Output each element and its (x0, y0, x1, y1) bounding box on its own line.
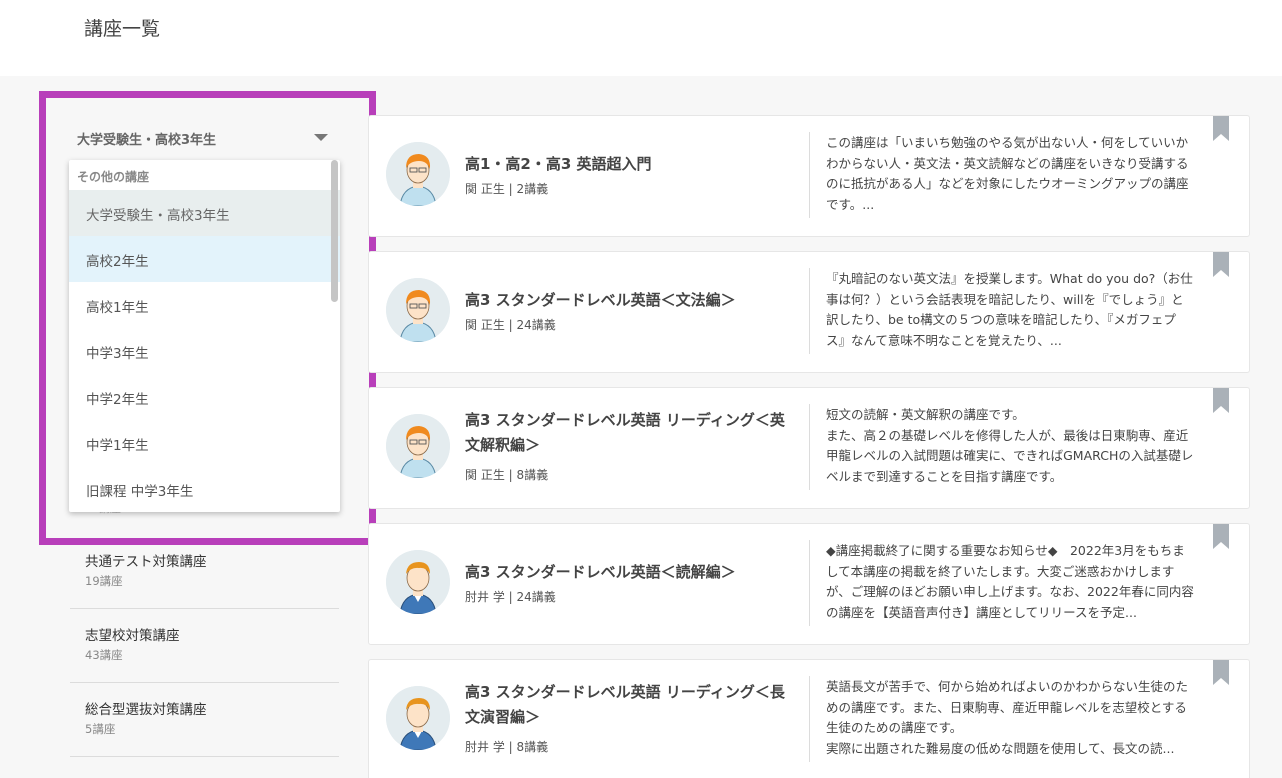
category-count: 5講座 (85, 722, 116, 736)
bookmark-icon[interactable] (1213, 252, 1229, 277)
course-title[interactable]: 高3 スタンダードレベル英語＜文法編＞ (465, 288, 795, 313)
card-divider (809, 404, 810, 490)
course-card[interactable]: 高3 スタンダードレベル英語 リーディング＜英文解釈編＞ 関 正生 | 8講義 … (368, 387, 1250, 509)
course-title[interactable]: 高3 スタンダードレベル英語 リーディング＜長文演習編＞ (465, 680, 795, 730)
card-divider (809, 540, 810, 626)
course-meta: 肘井 学 | 8講義 (465, 740, 549, 754)
course-description: 『丸暗記のない英文法』を授業します。What do you do?（お仕事は何？… (826, 271, 1193, 348)
bookmark-icon[interactable] (1213, 388, 1229, 413)
category-name: 共通テスト対策講座 (85, 554, 207, 570)
sidebar-item-comprehensive[interactable]: 総合型選抜対策講座 5講座 (70, 684, 339, 757)
category-count: 43講座 (85, 648, 123, 662)
category-count: 19講座 (85, 574, 123, 588)
grade-dropdown-list[interactable]: その他の講座 大学受験生・高校3年生 高校2年生 高校1年生 中学3年生 中学2… (69, 160, 340, 512)
course-card[interactable]: 高3 スタンダードレベル英語＜読解編＞ 肘井 学 | 24講義 ◆講座掲載終了に… (368, 523, 1250, 645)
teacher-avatar (386, 414, 450, 478)
course-card[interactable]: 高3 スタンダードレベル英語 リーディング＜長文演習編＞ 肘井 学 | 8講義 … (368, 659, 1250, 778)
course-meta: 関 正生 | 24講義 (465, 318, 556, 332)
bookmark-icon[interactable] (1213, 524, 1229, 549)
dropdown-option-old-junior3[interactable]: 旧課程 中学3年生 (69, 466, 340, 512)
category-name: 志望校対策講座 (85, 628, 180, 644)
course-description: ◆講座掲載終了に関する重要なお知らせ◆ 2022年3月をもちまして本講座の掲載を… (826, 543, 1194, 620)
dropdown-option-high2[interactable]: 高校2年生 (69, 236, 340, 282)
dropdown-option-high1[interactable]: 高校1年生 (69, 282, 340, 328)
teacher-avatar (386, 142, 450, 206)
category-name: 総合型選抜対策講座 (85, 702, 207, 718)
course-meta: 関 正生 | 8講義 (465, 468, 549, 482)
header-bar: 講座一覧 (0, 0, 1282, 76)
teacher-avatar (386, 550, 450, 614)
course-meta: 関 正生 | 2講義 (465, 182, 549, 196)
bookmark-icon[interactable] (1213, 660, 1229, 685)
dropdown-option-junior3[interactable]: 中学3年生 (69, 328, 340, 374)
grade-select[interactable]: 大学受験生・高校3年生 (70, 118, 340, 156)
course-title[interactable]: 高3 スタンダードレベル英語＜読解編＞ (465, 560, 795, 585)
course-description: 短文の読解・英文解釈の講座です。 また、高２の基礎レベルを修得した人が、最後は日… (826, 407, 1194, 484)
card-divider (809, 268, 810, 354)
page-title: 講座一覧 (84, 18, 161, 40)
dropdown-option-university[interactable]: 大学受験生・高校3年生 (69, 190, 340, 236)
teacher-avatar (386, 686, 450, 750)
course-title[interactable]: 高1・高2・高3 英語超入門 (465, 152, 795, 177)
sidebar-item-target-school[interactable]: 志望校対策講座 43講座 (70, 610, 339, 683)
course-card[interactable]: 高1・高2・高3 英語超入門 関 正生 | 2講義 この講座は「いまいち勉強のや… (368, 115, 1250, 237)
dropdown-group-label: その他の講座 (77, 170, 150, 184)
bookmark-icon[interactable] (1213, 116, 1229, 141)
dropdown-option-junior1[interactable]: 中学1年生 (69, 420, 340, 466)
grade-select-value: 大学受験生・高校3年生 (77, 133, 217, 148)
sidebar-item-common-test[interactable]: 共通テスト対策講座 19講座 (70, 536, 339, 609)
teacher-avatar (386, 278, 450, 342)
dropdown-option-junior2[interactable]: 中学2年生 (69, 374, 340, 420)
course-description: 英語長文が苦手で、何から始めればよいのかわからない生徒のための講座です。また、日… (826, 679, 1189, 756)
dropdown-scrollbar[interactable] (331, 160, 338, 302)
chevron-down-icon (314, 134, 328, 141)
card-divider (809, 676, 810, 762)
card-divider (809, 132, 810, 218)
course-card[interactable]: 高3 スタンダードレベル英語＜文法編＞ 関 正生 | 24講義 『丸暗記のない英… (368, 251, 1250, 373)
course-description: この講座は「いまいち勉強のやる気が出ない人・何をしていいかわからない人・英文法・… (826, 135, 1189, 212)
course-meta: 肘井 学 | 24講義 (465, 590, 556, 604)
course-title[interactable]: 高3 スタンダードレベル英語 リーディング＜英文解釈編＞ (465, 408, 795, 458)
